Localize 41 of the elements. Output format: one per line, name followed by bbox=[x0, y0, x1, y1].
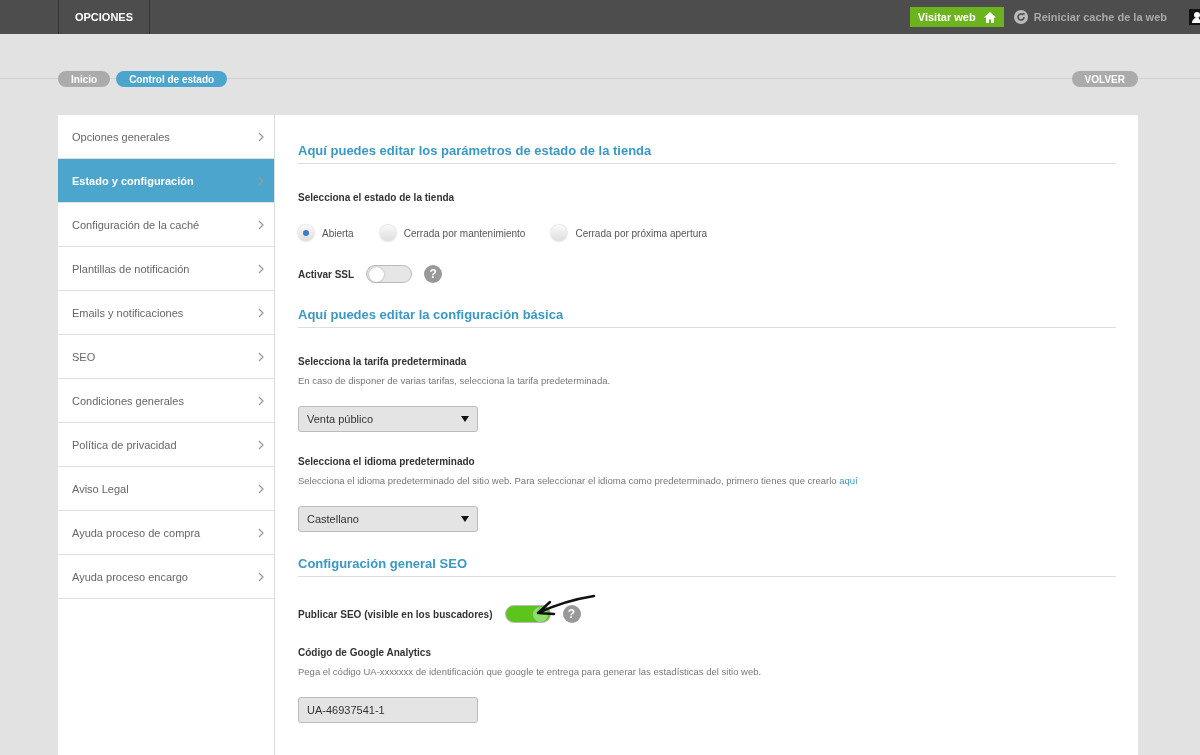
caret-icon bbox=[461, 416, 469, 422]
radio-button[interactable] bbox=[298, 225, 314, 241]
chevron-right-icon bbox=[258, 263, 264, 274]
toggle-switch[interactable] bbox=[366, 265, 413, 283]
radio-label: Abierta bbox=[322, 227, 354, 239]
field-label: Publicar SEO (visible en los buscadores) bbox=[298, 608, 493, 620]
radio-label: Cerrada por próxima apertura bbox=[575, 227, 708, 239]
chevron-right-icon bbox=[258, 131, 264, 142]
chevron-right-icon bbox=[258, 527, 264, 538]
chevron-right-icon bbox=[258, 395, 264, 406]
input-field[interactable]: UA-46937541-1 bbox=[298, 697, 478, 723]
dropdown[interactable]: Castellano bbox=[298, 506, 478, 532]
radio-label: Cerrada por mantenimiento bbox=[403, 227, 526, 239]
home-icon bbox=[983, 11, 996, 23]
chevron-right-icon bbox=[258, 307, 264, 318]
dropdown[interactable]: Venta público bbox=[298, 406, 478, 432]
field-label: Activar SSL bbox=[298, 268, 355, 280]
field-label: Selecciona la tarifa predeterminada bbox=[298, 356, 468, 367]
chevron-right-icon bbox=[258, 351, 264, 362]
field-description: En caso de disponer de varias tarifas, selecciona la tarifa predeterminada. bbox=[298, 375, 612, 386]
chevron-right-icon bbox=[258, 483, 264, 494]
field-description: Selecciona el idioma predeterminado del sitio web. Para seleccionar el idioma como predeterminado, primero tienes que crearlo aquí bbox=[298, 475, 859, 486]
chevron-right-icon bbox=[258, 439, 264, 450]
section-title: Aquí puedes editar los parámetros de estado de la tienda bbox=[298, 143, 1116, 164]
chevron-right-icon bbox=[258, 219, 264, 230]
reset-cache-button[interactable]: Reiniciar cache de la web bbox=[1013, 10, 1167, 24]
chevron-right-icon bbox=[258, 175, 264, 186]
create-link[interactable]: aquí bbox=[839, 475, 858, 486]
radio-button[interactable] bbox=[379, 225, 396, 241]
section-title: Aquí puedes editar la configuración básica bbox=[298, 307, 1116, 328]
field-label: Selecciona el estado de la tienda bbox=[298, 192, 456, 203]
section-title: Configuración general SEO bbox=[298, 556, 1116, 577]
refresh-icon bbox=[1013, 10, 1028, 24]
radio-button[interactable] bbox=[551, 225, 568, 241]
user-icon[interactable] bbox=[1189, 9, 1200, 25]
chevron-right-icon bbox=[258, 571, 264, 582]
caret-icon bbox=[461, 516, 469, 522]
field-label: Código de Google Analytics bbox=[298, 647, 432, 658]
field-label: Selecciona el idioma predeterminado bbox=[298, 456, 476, 467]
toggle-switch[interactable] bbox=[504, 605, 551, 623]
field-description: Pega el código UA-xxxxxxx de identificación que google te entrega para generar las estadísticas del sitio web. bbox=[298, 666, 763, 677]
